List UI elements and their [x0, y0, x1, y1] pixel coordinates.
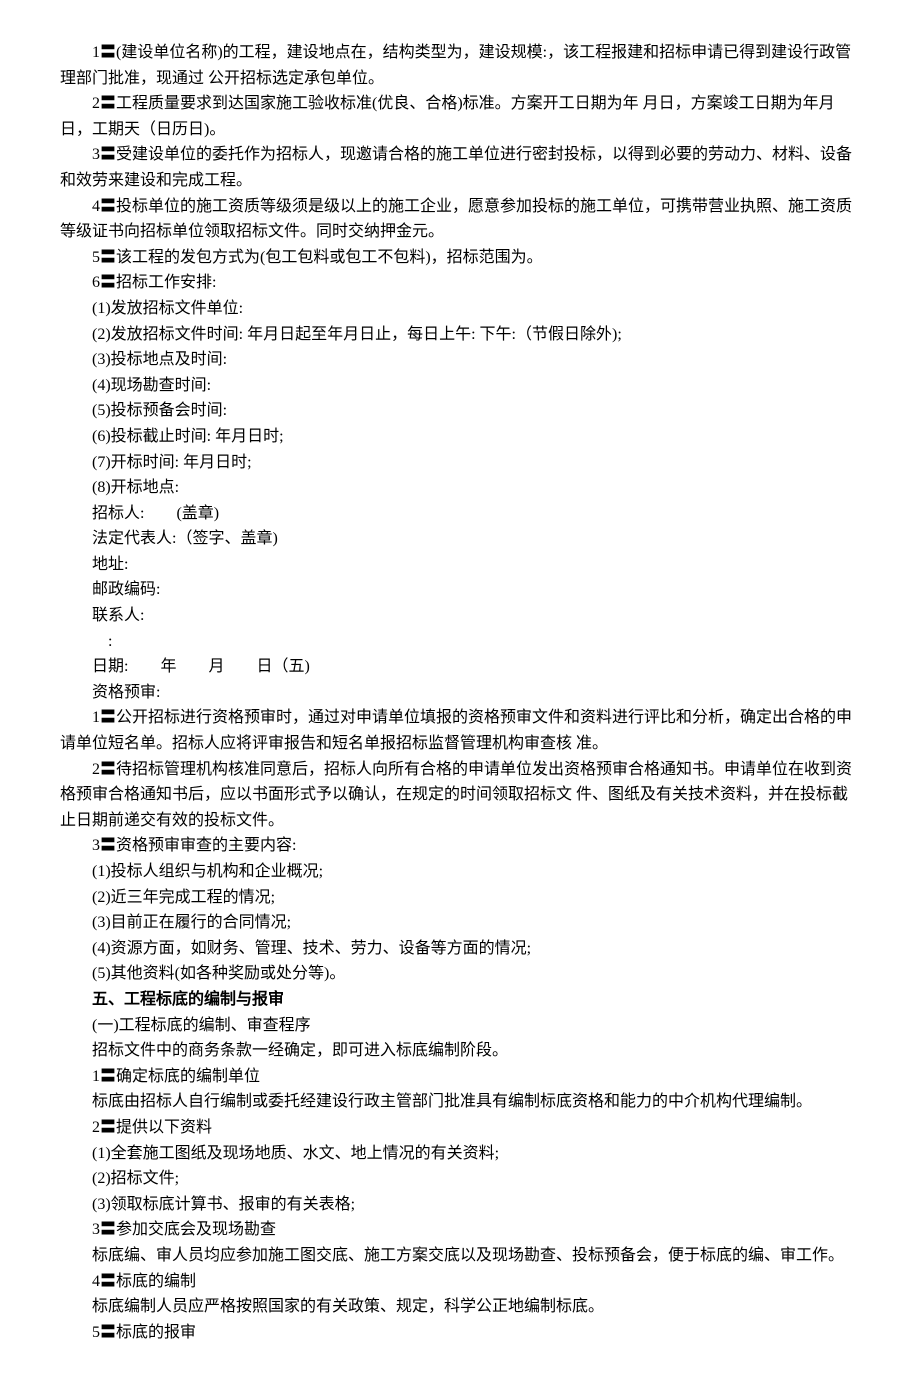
- paragraph: 4〓投标单位的施工资质等级须是级以上的施工企业，愿意参加投标的施工单位，可携带营…: [60, 194, 860, 245]
- paragraph: (2)近三年完成工程的情况;: [60, 885, 860, 911]
- paragraph: (2)招标文件;: [60, 1166, 860, 1192]
- paragraph: 标底编制人员应严格按照国家的有关政策、规定，科学公正地编制标底。: [60, 1294, 860, 1320]
- paragraph: (1)发放招标文件单位:: [60, 296, 860, 322]
- paragraph: 3〓资格预审审查的主要内容:: [60, 833, 860, 859]
- paragraph: 2〓工程质量要求到达国家施工验收标准(优良、合格)标准。方案开工日期为年 月日，…: [60, 91, 860, 142]
- paragraph: (一)工程标底的编制、审查程序: [60, 1013, 860, 1039]
- paragraph: 3〓参加交底会及现场勘查: [60, 1217, 860, 1243]
- paragraph: (4)现场勘查时间:: [60, 373, 860, 399]
- paragraph: 1〓(建设单位名称)的工程，建设地点在，结构类型为，建设规模:，该工程报建和招标…: [60, 40, 860, 91]
- paragraph: (1)全套施工图纸及现场地质、水文、地上情况的有关资料;: [60, 1141, 860, 1167]
- paragraph: 标底编、审人员均应参加施工图交底、施工方案交底以及现场勘查、投标预备会，便于标底…: [60, 1243, 860, 1269]
- document-body: 1〓(建设单位名称)的工程，建设地点在，结构类型为，建设规模:，该工程报建和招标…: [60, 40, 860, 1345]
- paragraph: 联系人:: [60, 603, 860, 629]
- paragraph: (5)投标预备会时间:: [60, 398, 860, 424]
- paragraph: (1)投标人组织与机构和企业概况;: [60, 859, 860, 885]
- section-heading: 五、工程标底的编制与报审: [60, 987, 860, 1013]
- paragraph: 1〓确定标底的编制单位: [60, 1064, 860, 1090]
- paragraph: 资格预审:: [60, 680, 860, 706]
- paragraph: 1〓公开招标进行资格预审时，通过对申请单位填报的资格预审文件和资料进行评比和分析…: [60, 705, 860, 756]
- paragraph: 地址:: [60, 552, 860, 578]
- paragraph: 5〓标底的报审: [60, 1320, 860, 1346]
- paragraph: (5)其他资料(如各种奖励或处分等)。: [60, 961, 860, 987]
- paragraph: (8)开标地点:: [60, 475, 860, 501]
- paragraph: (2)发放招标文件时间: 年月日起至年月日止，每日上午: 下午:（节假日除外);: [60, 322, 860, 348]
- paragraph: (4)资源方面，如财务、管理、技术、劳力、设备等方面的情况;: [60, 936, 860, 962]
- paragraph: 法定代表人:（签字、盖章): [60, 526, 860, 552]
- paragraph: (3)目前正在履行的合同情况;: [60, 910, 860, 936]
- paragraph: (3)投标地点及时间:: [60, 347, 860, 373]
- paragraph: 标底由招标人自行编制或委托经建设行政主管部门批准具有编制标底资格和能力的中介机构…: [60, 1089, 860, 1115]
- paragraph: 招标人: (盖章): [60, 501, 860, 527]
- paragraph: 2〓提供以下资料: [60, 1115, 860, 1141]
- paragraph: 5〓该工程的发包方式为(包工包料或包工不包料)，招标范围为。: [60, 245, 860, 271]
- paragraph: :: [60, 629, 860, 655]
- paragraph: 3〓受建设单位的委托作为招标人，现邀请合格的施工单位进行密封投标，以得到必要的劳…: [60, 142, 860, 193]
- paragraph: (3)领取标底计算书、报审的有关表格;: [60, 1192, 860, 1218]
- paragraph: 4〓标底的编制: [60, 1269, 860, 1295]
- paragraph: 6〓招标工作安排:: [60, 270, 860, 296]
- paragraph: 日期: 年 月 日（五): [60, 654, 860, 680]
- paragraph: 邮政编码:: [60, 577, 860, 603]
- paragraph: (7)开标时间: 年月日时;: [60, 450, 860, 476]
- paragraph: 招标文件中的商务条款一经确定，即可进入标底编制阶段。: [60, 1038, 860, 1064]
- paragraph: 2〓待招标管理机构核准同意后，招标人向所有合格的申请单位发出资格预审合格通知书。…: [60, 757, 860, 834]
- paragraph: (6)投标截止时间: 年月日时;: [60, 424, 860, 450]
